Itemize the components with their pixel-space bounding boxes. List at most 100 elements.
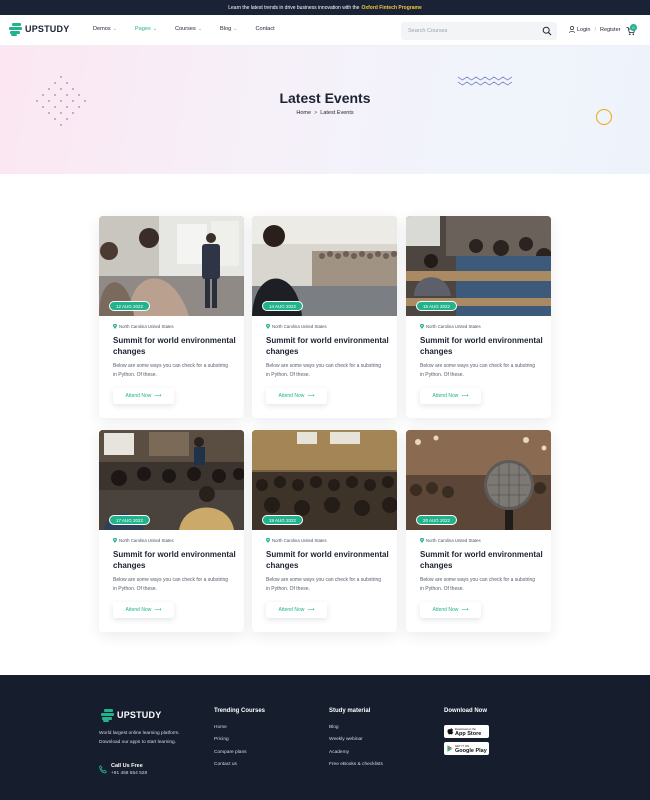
event-location: North Carolina United States — [420, 538, 481, 543]
event-card[interactable]: 17 AUG 2022 North Carolina United States… — [99, 430, 244, 632]
footer-link[interactable]: Weekly webinar — [329, 737, 383, 742]
breadcrumb-current: Latest Events — [320, 110, 354, 116]
breadcrumb-home[interactable]: Home — [296, 110, 311, 116]
nav-item-blog[interactable]: Blog ⌄ — [220, 26, 237, 32]
event-date-badge: 20 AUG 2022 — [416, 515, 458, 525]
page-hero: Latest Events Home > Latest Events — [0, 46, 650, 174]
event-description: Below are some ways you can check for a … — [113, 363, 229, 378]
arrow-right-icon: ⟶ — [307, 607, 315, 613]
footer-logo[interactable]: UPSTUDY — [101, 708, 161, 722]
search-icon[interactable] — [542, 26, 552, 36]
attend-now-button[interactable]: Attend Now ⟶ — [113, 602, 174, 618]
nav-item-courses[interactable]: Courses ⌄ — [175, 26, 202, 32]
zigzag-decoration — [457, 76, 513, 86]
event-description: Below are some ways you can check for a … — [266, 577, 382, 592]
event-card[interactable]: 20 AUG 2022 North Carolina United States… — [406, 430, 551, 632]
event-card[interactable]: 14 AUG 2022 North Carolina United States… — [252, 216, 397, 418]
arrow-right-icon: ⟶ — [154, 393, 162, 399]
nav-item-label: Contact — [255, 26, 275, 32]
nav-item-pages[interactable]: Pages ⌄ — [135, 26, 157, 32]
attend-now-button[interactable]: Attend Now ⟶ — [266, 388, 327, 404]
location-pin-icon — [113, 538, 117, 543]
chevron-down-icon: ⌄ — [233, 26, 238, 32]
footer-study-material: Study material Blog Weekly webinar Acade… — [329, 708, 383, 774]
attend-now-button[interactable]: Attend Now ⟶ — [113, 388, 174, 404]
search-input[interactable] — [408, 26, 533, 36]
arrow-right-icon: ⟶ — [307, 393, 315, 399]
event-title[interactable]: Summit for world environmental changes — [420, 550, 544, 571]
event-date-badge: 17 AUG 2022 — [109, 515, 151, 525]
breadcrumb: Home > Latest Events — [0, 110, 650, 116]
footer-link[interactable]: Contact us — [214, 762, 265, 767]
event-location: North Carolina United States — [266, 324, 327, 329]
footer-link[interactable]: Pricing — [214, 737, 265, 742]
event-location: North Carolina United States — [113, 538, 174, 543]
attend-now-label: Attend Now — [278, 607, 305, 613]
footer-call: Call Us Free +91 458 654 528 — [99, 763, 147, 776]
chevron-down-icon: ⌄ — [152, 26, 157, 32]
attend-now-label: Attend Now — [278, 393, 305, 399]
logo-icon — [9, 22, 22, 36]
event-title[interactable]: Summit for world environmental changes — [266, 550, 390, 571]
attend-now-button[interactable]: Attend Now ⟶ — [266, 602, 327, 618]
event-card[interactable]: 12 AUG 2022 North Carolina United States… — [99, 216, 244, 418]
announcement-bar: Learn the latest trends in drive busines… — [0, 0, 650, 15]
event-location-text: North Carolina United States — [426, 324, 481, 329]
brand-logo[interactable]: UPSTUDY — [9, 22, 69, 36]
event-location: North Carolina United States — [266, 538, 327, 543]
chevron-right-icon: > — [314, 110, 318, 116]
chevron-down-icon: ⌄ — [197, 26, 203, 32]
event-description: Below are some ways you can check for a … — [113, 577, 229, 592]
nav-item-label: Pages — [134, 26, 151, 32]
footer-link[interactable]: Free eBooks & checklists — [329, 762, 383, 767]
attend-now-button[interactable]: Attend Now ⟶ — [420, 388, 481, 404]
event-card[interactable]: 15 AUG 2022 North Carolina United States… — [406, 216, 551, 418]
location-pin-icon — [266, 324, 270, 329]
footer-column-title: Study material — [329, 708, 371, 714]
brand-name: UPSTUDY — [25, 24, 70, 34]
event-description: Below are some ways you can check for a … — [420, 363, 536, 378]
event-location-text: North Carolina United States — [119, 324, 174, 329]
event-description: Below are some ways you can check for a … — [266, 363, 382, 378]
site-footer: UPSTUDY World largest online learning pl… — [0, 675, 650, 800]
footer-link[interactable]: Home — [214, 725, 265, 730]
event-title[interactable]: Summit for world environmental changes — [420, 336, 544, 357]
nav-item-demos[interactable]: Demos ⌄ — [93, 26, 117, 32]
event-description: Below are some ways you can check for a … — [420, 577, 536, 592]
event-title[interactable]: Summit for world environmental changes — [113, 550, 237, 571]
app-store-button[interactable]: Download on the App Store — [444, 725, 489, 738]
call-label: Call Us Free — [111, 763, 143, 769]
event-location-text: North Carolina United States — [426, 538, 481, 543]
footer-brand-name: UPSTUDY — [117, 710, 162, 720]
footer-column-title: Download Now — [444, 708, 487, 714]
event-location: North Carolina United States — [113, 324, 174, 329]
footer-link[interactable]: Blog — [329, 725, 383, 730]
login-link[interactable]: Login — [577, 27, 590, 33]
footer-link[interactable]: Compare plans — [214, 750, 265, 755]
attend-now-button[interactable]: Attend Now ⟶ — [420, 602, 481, 618]
footer-link[interactable]: Academy — [329, 750, 383, 755]
announcement-link[interactable]: Oxford Fintech Programe — [361, 5, 421, 11]
event-location: North Carolina United States — [420, 324, 481, 329]
phone-number[interactable]: +91 458 654 528 — [111, 771, 147, 776]
footer-tagline: World largest online learning platform. … — [99, 731, 180, 745]
attend-now-label: Attend Now — [125, 393, 152, 399]
nav-item-label: Blog — [220, 26, 232, 32]
event-card[interactable]: 19 AUG 2022 North Carolina United States… — [252, 430, 397, 632]
apple-icon — [447, 728, 453, 735]
event-date-badge: 14 AUG 2022 — [262, 301, 304, 311]
event-title[interactable]: Summit for world environmental changes — [266, 336, 390, 357]
nav-item-label: Demos — [93, 26, 111, 32]
location-pin-icon — [113, 324, 117, 329]
google-play-button[interactable]: GET IT ON Google Play — [444, 742, 489, 755]
phone-icon — [99, 765, 107, 774]
register-link[interactable]: Register — [600, 27, 620, 33]
attend-now-label: Attend Now — [125, 607, 152, 613]
footer-column-title: Trending Courses — [214, 708, 266, 714]
event-location-text: North Carolina United States — [272, 538, 327, 543]
auth-links: Login / Register — [569, 26, 620, 33]
event-date-badge: 19 AUG 2022 — [262, 515, 304, 525]
event-title[interactable]: Summit for world environmental changes — [113, 336, 237, 357]
attend-now-label: Attend Now — [432, 393, 459, 399]
nav-item-contact[interactable]: Contact — [255, 26, 274, 32]
